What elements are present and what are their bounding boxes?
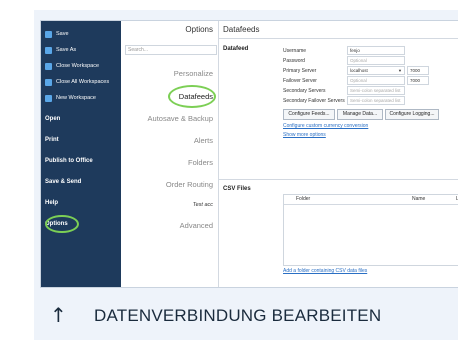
sidebar-item-label: Save As xyxy=(56,47,77,53)
category-folders[interactable]: Folders xyxy=(188,158,213,167)
username-label: Username xyxy=(283,48,307,54)
category-personalize[interactable]: Personalize xyxy=(174,69,213,78)
sidebar-close-workspace[interactable]: Close Workspace xyxy=(45,59,117,73)
sidebar-item-label: Publish to Office xyxy=(45,158,93,164)
failover-port-stepper[interactable]: 7000 xyxy=(407,76,429,85)
secondary-servers-label: Secondary Servers xyxy=(283,88,326,94)
sidebar-item-label: New Workspace xyxy=(56,95,96,101)
failover-port-value: 7000 xyxy=(410,78,421,83)
divider xyxy=(219,179,458,180)
divider xyxy=(219,38,458,39)
add-folder-link[interactable]: Add a folder containing CSV data files xyxy=(283,268,367,274)
manage-data-button[interactable]: Manage Data... xyxy=(337,109,383,120)
secondary-servers-field[interactable]: Semi-colon separated list xyxy=(347,86,405,95)
column-name[interactable]: Name xyxy=(412,196,425,202)
category-test-acc[interactable]: Test acc xyxy=(193,202,213,208)
csv-folder-table[interactable]: Folder Name L xyxy=(283,194,458,266)
chevron-down-icon: ▼ xyxy=(398,68,402,73)
options-title: Options xyxy=(185,25,213,34)
sidebar-open[interactable]: Open xyxy=(45,112,117,126)
caption-bar: ↑ DATENVERBINDUNG BEARBEITEN xyxy=(34,286,458,340)
category-autosave-backup[interactable]: Autosave & Backup xyxy=(148,114,213,123)
csv-section-title: CSV Files xyxy=(223,186,251,192)
datafeed-section-title: Datafeed xyxy=(223,46,249,52)
sidebar-item-label: Save & Send xyxy=(45,179,82,185)
arrow-up-icon: ↑ xyxy=(50,303,67,327)
category-alerts[interactable]: Alerts xyxy=(194,136,213,145)
new-workspace-icon xyxy=(45,94,52,102)
screenshot-frame: Save Save As Close Workspace Close All W… xyxy=(34,10,458,340)
sidebar-save-and-send[interactable]: Save & Send xyxy=(45,175,117,189)
primary-server-value: localhost xyxy=(350,68,368,73)
secondary-failover-label: Secondary Failover Servers xyxy=(283,98,345,104)
sidebar-save-as[interactable]: Save As xyxy=(45,43,117,57)
category-advanced[interactable]: Advanced xyxy=(180,221,213,230)
sidebar-help[interactable]: Help xyxy=(45,196,117,210)
primary-port-value: 7000 xyxy=(410,68,421,73)
sidebar-item-label: Print xyxy=(45,137,59,143)
failover-server-label: Failover Server xyxy=(283,78,317,84)
primary-server-label: Primary Server xyxy=(283,68,317,74)
caption-text: DATENVERBINDUNG BEARBEITEN xyxy=(94,306,382,325)
sidebar-new-workspace[interactable]: New Workspace xyxy=(45,91,117,105)
password-label: Password xyxy=(283,58,305,64)
sidebar-publish-to-office[interactable]: Publish to Office xyxy=(45,154,117,168)
table-header: Folder Name L xyxy=(284,195,458,205)
sidebar-item-label: Open xyxy=(45,116,61,122)
primary-server-select[interactable]: localhost ▼ xyxy=(347,66,405,75)
failover-server-field[interactable]: Optional xyxy=(347,76,405,85)
sidebar-item-label: Close Workspace xyxy=(56,63,99,69)
backstage-sidebar: Save Save As Close Workspace Close All W… xyxy=(41,21,121,287)
secondary-failover-field[interactable]: Semi-colon separated list xyxy=(347,96,405,105)
column-folder[interactable]: Folder xyxy=(296,196,310,202)
currency-conversion-link[interactable]: Configure custom currency conversion xyxy=(283,123,368,129)
save-icon xyxy=(45,30,52,38)
configure-logging-button[interactable]: Configure Logging... xyxy=(385,109,439,120)
primary-port-stepper[interactable]: 7000 xyxy=(407,66,429,75)
sidebar-close-all-workspaces[interactable]: Close All Workspaces xyxy=(45,75,117,89)
password-field[interactable]: Optional xyxy=(347,56,405,65)
save-as-icon xyxy=(45,46,52,54)
close-workspace-icon xyxy=(45,62,52,70)
datafeeds-highlight-ring xyxy=(168,85,216,108)
options-highlight-ring xyxy=(45,215,79,233)
sidebar-item-label: Close All Workspaces xyxy=(56,79,110,85)
sidebar-item-label: Help xyxy=(45,200,59,206)
options-search-input[interactable]: Search... xyxy=(125,45,217,55)
app-screenshot: Save Save As Close Workspace Close All W… xyxy=(40,20,458,288)
category-order-routing[interactable]: Order Routing xyxy=(166,180,213,189)
username-field[interactable]: fenjo xyxy=(347,46,405,55)
sidebar-print[interactable]: Print xyxy=(45,133,117,147)
page-title: Datafeeds xyxy=(223,25,260,34)
datafeeds-content: Datafeeds Datafeed Username fenjo Passwo… xyxy=(219,21,458,287)
show-more-options-link[interactable]: Show more options xyxy=(283,132,326,138)
sidebar-item-label: Save xyxy=(56,31,69,37)
configure-feeds-button[interactable]: Configure Feeds... xyxy=(283,109,335,120)
options-category-panel: Options Search... Personalize Datafeeds … xyxy=(121,21,219,287)
close-all-workspaces-icon xyxy=(45,78,52,86)
sidebar-save[interactable]: Save xyxy=(45,27,117,41)
